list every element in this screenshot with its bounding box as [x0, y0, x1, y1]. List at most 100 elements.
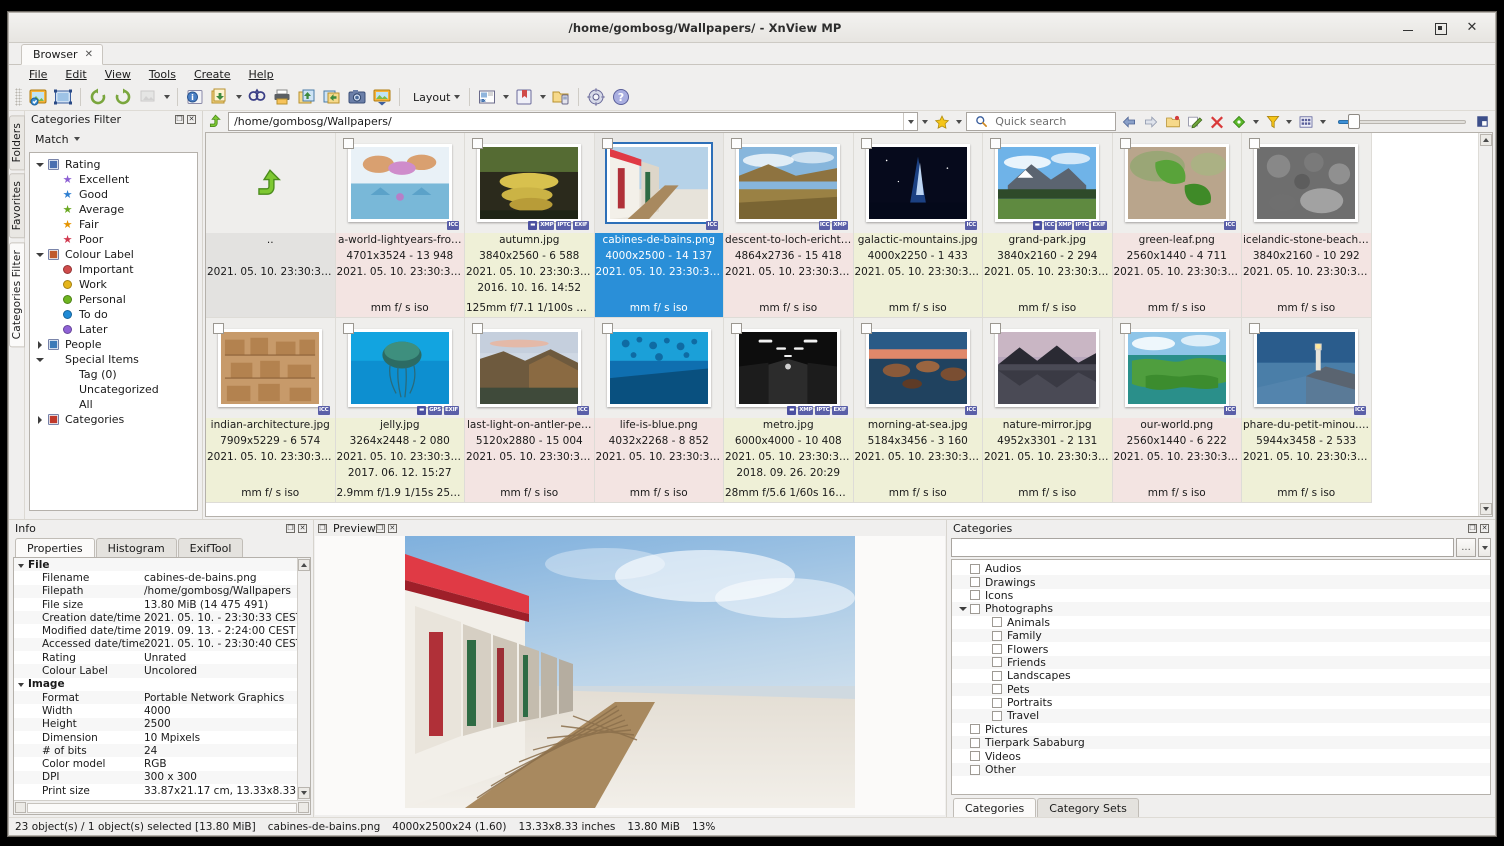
- filter-tree-item[interactable]: Categories: [30, 412, 197, 427]
- thumbnail-cell[interactable]: ▬ GPS EXIF jelly.jpg 3264x2448 - 2 080 2021. …: [335, 318, 465, 503]
- thumbnail-image[interactable]: [347, 144, 452, 222]
- thumbnail-grid[interactable]: .. 2021. 05. 10. 23:30:37 C… ICC a-world-li…: [206, 133, 1478, 516]
- thumbnail-image[interactable]: [1124, 329, 1229, 407]
- category-twisty-icon[interactable]: [956, 607, 970, 611]
- properties-hscrollbar[interactable]: [14, 800, 310, 814]
- up-folder-icon[interactable]: [206, 110, 225, 133]
- filter-tree-item[interactable]: Rating: [30, 157, 197, 172]
- search-input[interactable]: Quick search: [966, 112, 1117, 131]
- filter-tree-item[interactable]: Later: [30, 322, 197, 337]
- thumbnail-cell[interactable]: ICC green-leaf.png 2560x1440 - 4 711 2021. …: [1112, 133, 1242, 318]
- grid-scrollbar[interactable]: [1478, 133, 1492, 516]
- category-row[interactable]: Portraits: [952, 696, 1490, 709]
- info-icon[interactable]: i: [183, 86, 207, 109]
- thumbnail-checkbox[interactable]: [1119, 138, 1131, 149]
- filter-tree-item[interactable]: People: [30, 337, 197, 352]
- batch-convert-dropdown-icon[interactable]: [161, 86, 172, 109]
- tab-categories[interactable]: Categories: [953, 798, 1037, 817]
- filmstrip-icon[interactable]: 1-5: [475, 86, 499, 109]
- filter-tree-item[interactable]: Uncategorized: [30, 382, 197, 397]
- history-dropdown-icon[interactable]: [921, 110, 930, 133]
- thumbnail-image-area[interactable]: ICC: [1112, 318, 1241, 418]
- category-row[interactable]: Pictures: [952, 723, 1490, 736]
- properties-scroll-up-icon[interactable]: [298, 559, 310, 571]
- thumbnail-image-area[interactable]: ▬ XMP IPTC EXIF: [724, 318, 853, 418]
- import-icon[interactable]: [295, 86, 319, 109]
- thumbnail-checkbox[interactable]: [601, 138, 613, 149]
- thumbnail-image-area[interactable]: ICC: [1112, 133, 1241, 233]
- properties-rows[interactable]: File Filename cabines-de-bains.png Filepath…: [14, 558, 297, 800]
- filter-icon[interactable]: [1263, 110, 1282, 133]
- thumbnail-image[interactable]: [865, 144, 970, 222]
- category-checkbox[interactable]: [970, 603, 980, 614]
- export2-icon[interactable]: [320, 86, 344, 109]
- tab-properties[interactable]: Properties: [15, 538, 95, 557]
- thumbnail-image-area[interactable]: [206, 133, 335, 233]
- thumbnail-cell[interactable]: ICC XMP descent-to-loch-ericht.… 4864x2736 …: [724, 133, 854, 318]
- thumbnail-checkbox[interactable]: [1249, 323, 1260, 334]
- category-row[interactable]: Tierpark Sababurg: [952, 736, 1490, 750]
- thumbnail-image[interactable]: [347, 329, 452, 407]
- preview-close-icon[interactable]: ✕: [387, 523, 397, 533]
- menu-file[interactable]: File: [21, 67, 55, 82]
- tab-close-icon[interactable]: ✕: [85, 49, 93, 60]
- thumbnail-checkbox[interactable]: [731, 323, 742, 334]
- category-checkbox[interactable]: [992, 617, 1002, 628]
- category-row[interactable]: Family: [952, 628, 1490, 643]
- category-checkbox[interactable]: [992, 710, 1002, 721]
- maximize-icon[interactable]: [1433, 21, 1447, 35]
- sidebar-item-favorites[interactable]: Favorites: [8, 173, 25, 239]
- thumbnail-checkbox[interactable]: [472, 323, 483, 334]
- properties-scroll-down-icon[interactable]: [298, 787, 310, 799]
- thumbnail-checkbox[interactable]: [472, 138, 483, 149]
- favorite-dropdown-icon[interactable]: [955, 110, 964, 133]
- new-folder-icon[interactable]: [1163, 110, 1182, 133]
- scroll-up-icon[interactable]: [1479, 134, 1492, 146]
- category-checkbox[interactable]: [992, 684, 1002, 695]
- tab-histogram[interactable]: Histogram: [95, 538, 177, 557]
- thumbnail-image-area[interactable]: ICC: [335, 133, 464, 233]
- thumbnail-image[interactable]: [477, 329, 582, 407]
- category-row[interactable]: Flowers: [952, 642, 1490, 656]
- float-icon[interactable]: ❐: [175, 115, 184, 124]
- zoom-slider-handle[interactable]: [1348, 114, 1361, 129]
- favorite-star-icon[interactable]: [933, 110, 952, 133]
- properties-scroll-right-icon[interactable]: [298, 802, 309, 813]
- search-icon[interactable]: [245, 86, 269, 109]
- categories-float-icon[interactable]: ❐: [1468, 524, 1477, 533]
- export-icon[interactable]: [208, 86, 232, 109]
- catalog-icon[interactable]: [512, 86, 536, 109]
- screen-capture-icon[interactable]: [345, 86, 369, 109]
- thumbnail-checkbox[interactable]: [860, 138, 872, 149]
- category-row[interactable]: Landscapes: [952, 669, 1490, 682]
- thumbnail-cell[interactable]: ICC indian-architecture.jpg 7909x5229 - 6 …: [206, 318, 336, 503]
- print-icon[interactable]: [270, 86, 294, 109]
- panel-close-icon[interactable]: ✕: [187, 115, 196, 124]
- thumbnail-cell[interactable]: ▬ XMP IPTC EXIF metro.jpg 6000x4000 - 10 408 2…: [724, 318, 854, 503]
- tab-category-sets[interactable]: Category Sets: [1037, 798, 1139, 817]
- thumbnail-cell[interactable]: ICC morning-at-sea.jpg 5184x3456 - 3 160 20…: [853, 318, 983, 503]
- thumbnail-checkbox[interactable]: [213, 323, 224, 334]
- thumbnail-checkbox[interactable]: [342, 323, 354, 334]
- thumbnail-cell[interactable]: ICC phare-du-petit-minou.jpg 5944x3458 - 2…: [1242, 318, 1372, 503]
- thumbnail-image-area[interactable]: ▬ XMP IPTC EXIF: [465, 133, 594, 233]
- path-input[interactable]: /home/gombosg/Wallpapers/: [228, 112, 919, 131]
- filter-tree-item[interactable]: Work: [30, 277, 197, 292]
- thumbnail-image[interactable]: [865, 329, 970, 407]
- filter-tree-item[interactable]: ★ Poor: [30, 232, 197, 247]
- menu-create[interactable]: Create: [186, 67, 239, 82]
- thumbnail-image-area[interactable]: ICC: [206, 318, 335, 418]
- menu-help[interactable]: Help: [241, 67, 282, 82]
- category-checkbox[interactable]: [992, 644, 1002, 655]
- batch-convert-icon[interactable]: [136, 86, 160, 109]
- categories-filter-tree[interactable]: Rating ★ Excellent ★ Good ★ Average ★ Fair ★ Poor C…: [29, 152, 198, 511]
- category-row[interactable]: Other: [952, 762, 1490, 777]
- restore-view-icon[interactable]: [1473, 110, 1492, 133]
- filter-tree-item[interactable]: ★ Excellent: [30, 172, 197, 187]
- filter-tree-item[interactable]: Personal: [30, 292, 197, 307]
- category-checkbox[interactable]: [970, 724, 980, 735]
- thumbnail-cell[interactable]: nature-mirror.jpg 4952x3301 - 2 131 2021. …: [983, 318, 1113, 503]
- thumbnail-cell[interactable]: ICC last-light-on-antler-pe… 5120x2880 - 1…: [465, 318, 595, 503]
- categories-list[interactable]: Audios Drawings Icons Photographs Animals Fam…: [951, 559, 1491, 795]
- thumbnail-image[interactable]: [1124, 144, 1229, 222]
